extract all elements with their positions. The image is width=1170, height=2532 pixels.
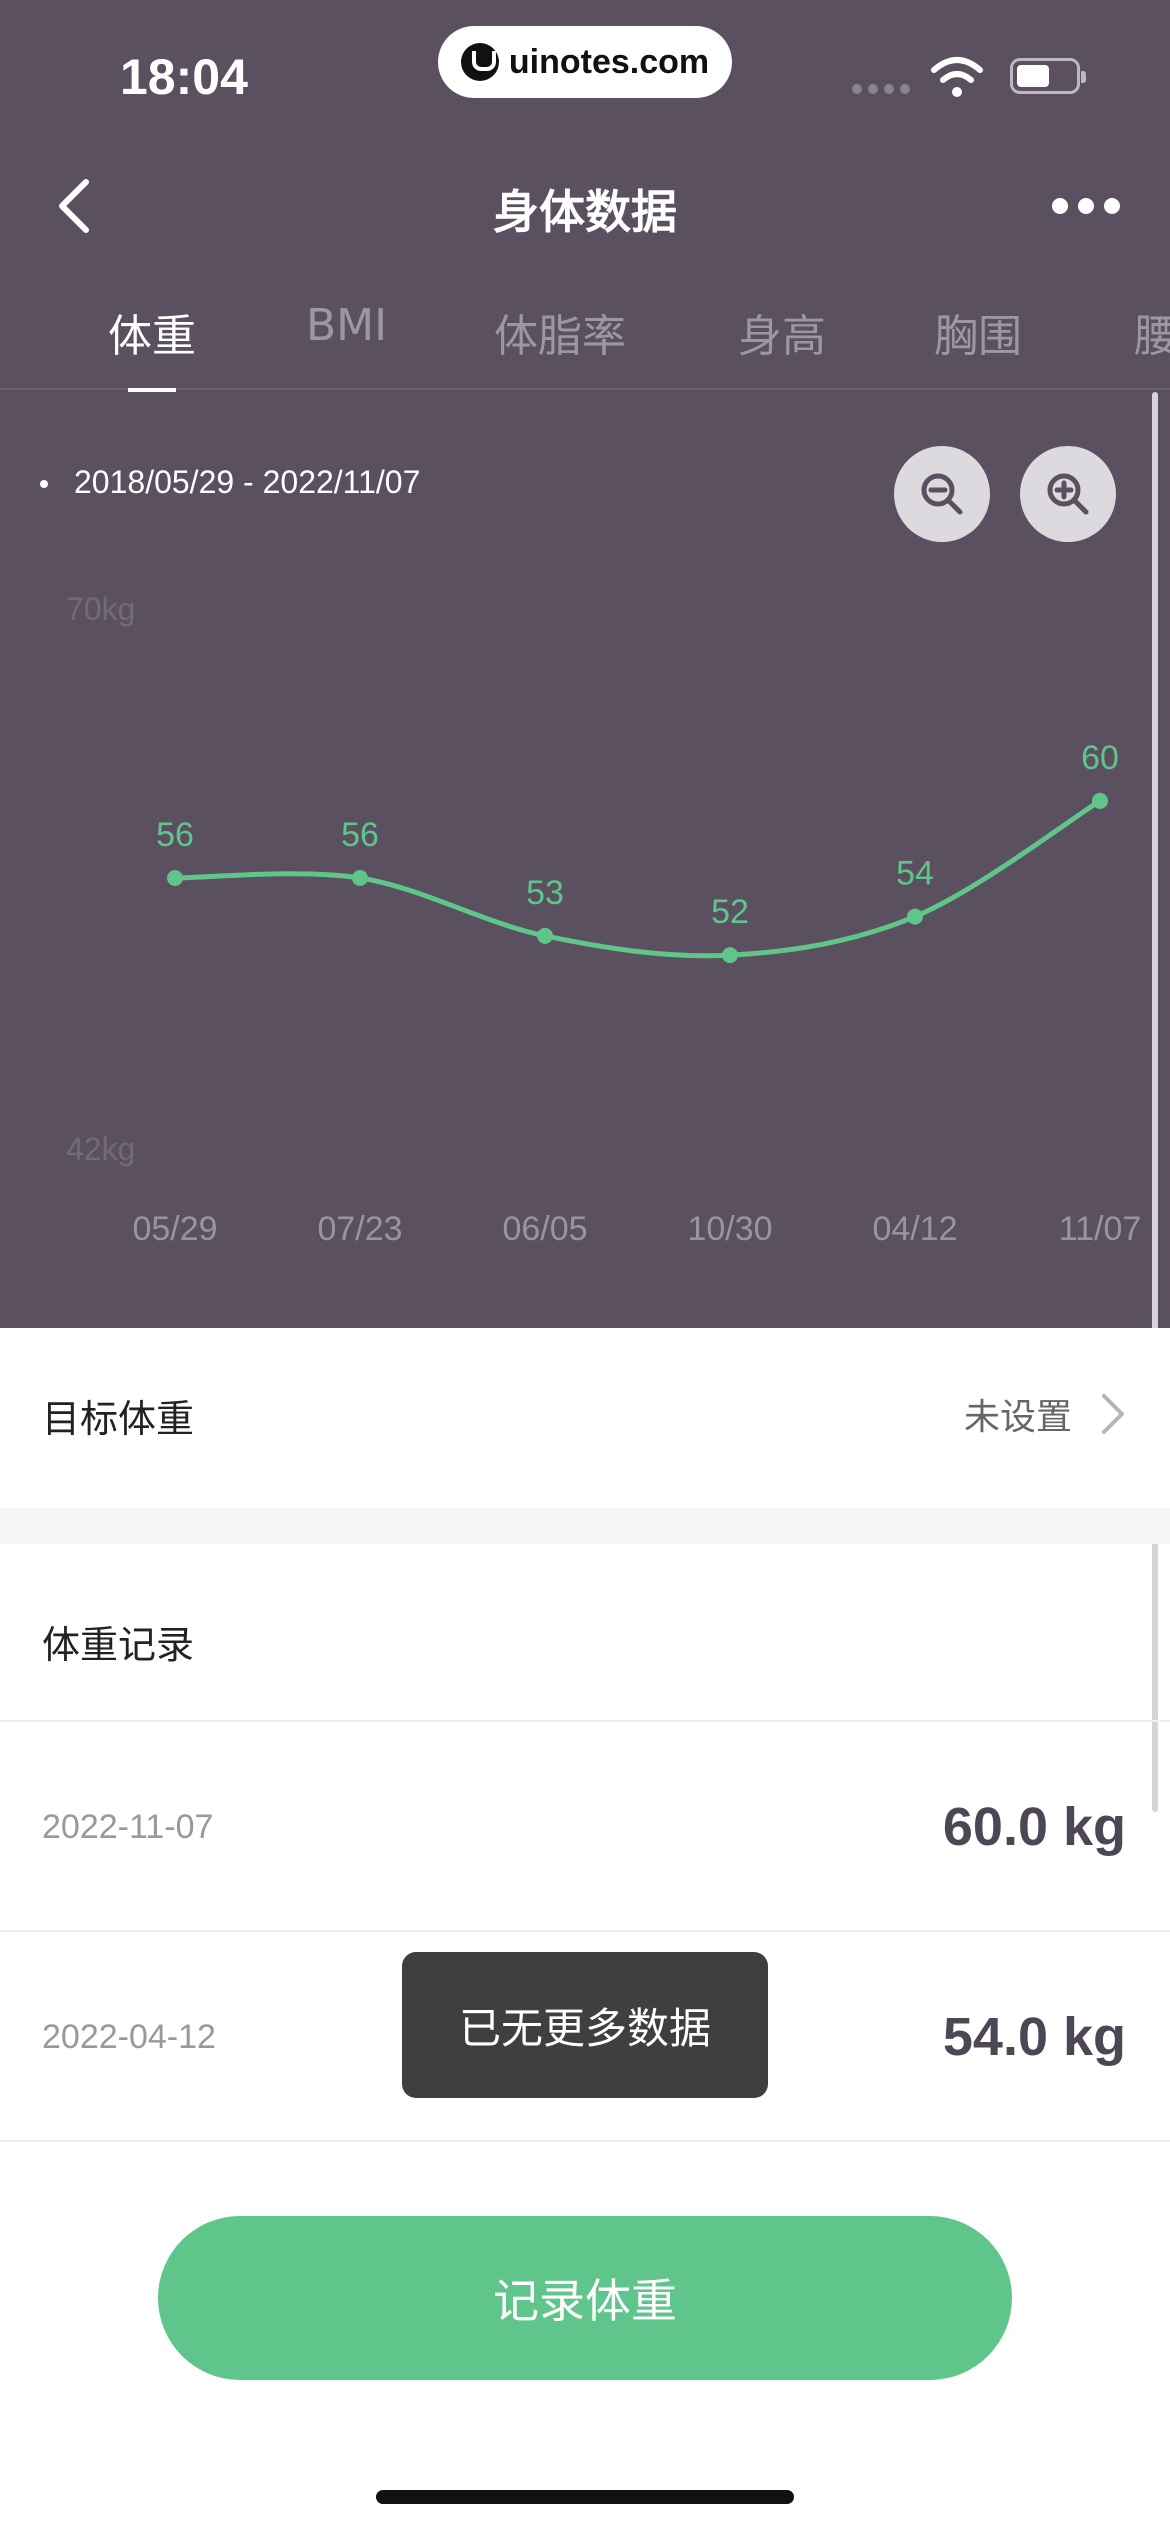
- tab-weight[interactable]: 体重: [108, 300, 196, 364]
- record-weight-button[interactable]: 记录体重: [158, 2216, 1012, 2380]
- weight-chart: 70kg 42kg 56 05/29 56 07/23 53 06/05 52 10/30 54 04…: [66, 591, 1142, 1248]
- cellular-signal-icon: [852, 84, 910, 94]
- toast-message: 已无更多数据: [402, 1952, 768, 2098]
- record-date: 2022-04-12: [42, 2018, 216, 2056]
- divider: [0, 1930, 1170, 1932]
- section-gap: [0, 1508, 1170, 1544]
- more-icon[interactable]: [1052, 198, 1120, 214]
- range-bullet: [40, 480, 48, 488]
- active-tab-indicator: [128, 388, 176, 392]
- zoom-out-button[interactable]: [894, 446, 990, 542]
- data-point: [722, 947, 738, 964]
- data-label: 52: [711, 893, 749, 931]
- y-tick-label: 42kg: [66, 1131, 135, 1167]
- tab-bar: 体重 BMI 体脂率 身高 胸围 腰: [0, 300, 1170, 390]
- chevron-right-icon: [1102, 1394, 1124, 1434]
- data-point: [167, 870, 183, 886]
- target-weight-label: 目标体重: [42, 1397, 195, 1441]
- target-weight-value: 未设置: [963, 1397, 1072, 1438]
- data-label: 60: [1081, 739, 1119, 777]
- data-label: 54: [896, 855, 934, 893]
- record-value: 60.0 kg: [942, 1797, 1126, 1857]
- data-point: [537, 927, 553, 944]
- divider: [0, 2140, 1170, 2142]
- record-value: 54.0 kg: [942, 2007, 1126, 2067]
- series-line: [174, 798, 1102, 959]
- divider: [0, 1720, 1170, 1722]
- data-label: 53: [526, 874, 564, 912]
- x-tick-label: 06/05: [502, 1210, 587, 1248]
- data-point: [352, 870, 368, 886]
- tab-waist[interactable]: 腰: [1134, 300, 1170, 364]
- zoom-in-button[interactable]: [1020, 446, 1116, 542]
- date-range: 2018/05/29 - 2022/11/07: [74, 464, 421, 500]
- data-label: 56: [156, 816, 194, 854]
- home-indicator: [376, 2490, 794, 2504]
- x-tick-label: 04/12: [872, 1210, 957, 1248]
- scrollbar[interactable]: [1152, 392, 1158, 1812]
- site-logo-icon: [460, 43, 499, 81]
- battery-icon: [1010, 58, 1086, 94]
- data-point: [907, 908, 923, 925]
- zoom-out-icon: [921, 473, 963, 515]
- tab-chest[interactable]: 胸围: [934, 300, 1022, 364]
- y-tick-label: 70kg: [66, 591, 135, 627]
- data-point: [1092, 792, 1108, 809]
- tab-height[interactable]: 身高: [738, 300, 826, 364]
- url-pill[interactable]: uinotes.com: [438, 26, 732, 98]
- page-title: 身体数据: [493, 185, 677, 239]
- record-date: 2022-11-07: [42, 1808, 214, 1846]
- x-tick-label: 07/23: [317, 1210, 402, 1248]
- status-time: 18:04: [120, 49, 248, 105]
- wifi-icon: [931, 57, 983, 97]
- target-weight-row[interactable]: 目标体重 未设置: [0, 1328, 1170, 1508]
- tab-body-fat[interactable]: 体脂率: [494, 300, 626, 364]
- data-label: 56: [341, 816, 379, 854]
- x-tick-label: 11/07: [1059, 1210, 1142, 1248]
- x-tick-label: 10/30: [687, 1210, 772, 1248]
- records-title: 体重记录: [42, 1623, 195, 1667]
- tab-bmi[interactable]: BMI: [306, 300, 387, 351]
- x-tick-label: 05/29: [132, 1210, 217, 1248]
- zoom-in-icon: [1047, 473, 1089, 515]
- url-text: uinotes.com: [508, 42, 710, 81]
